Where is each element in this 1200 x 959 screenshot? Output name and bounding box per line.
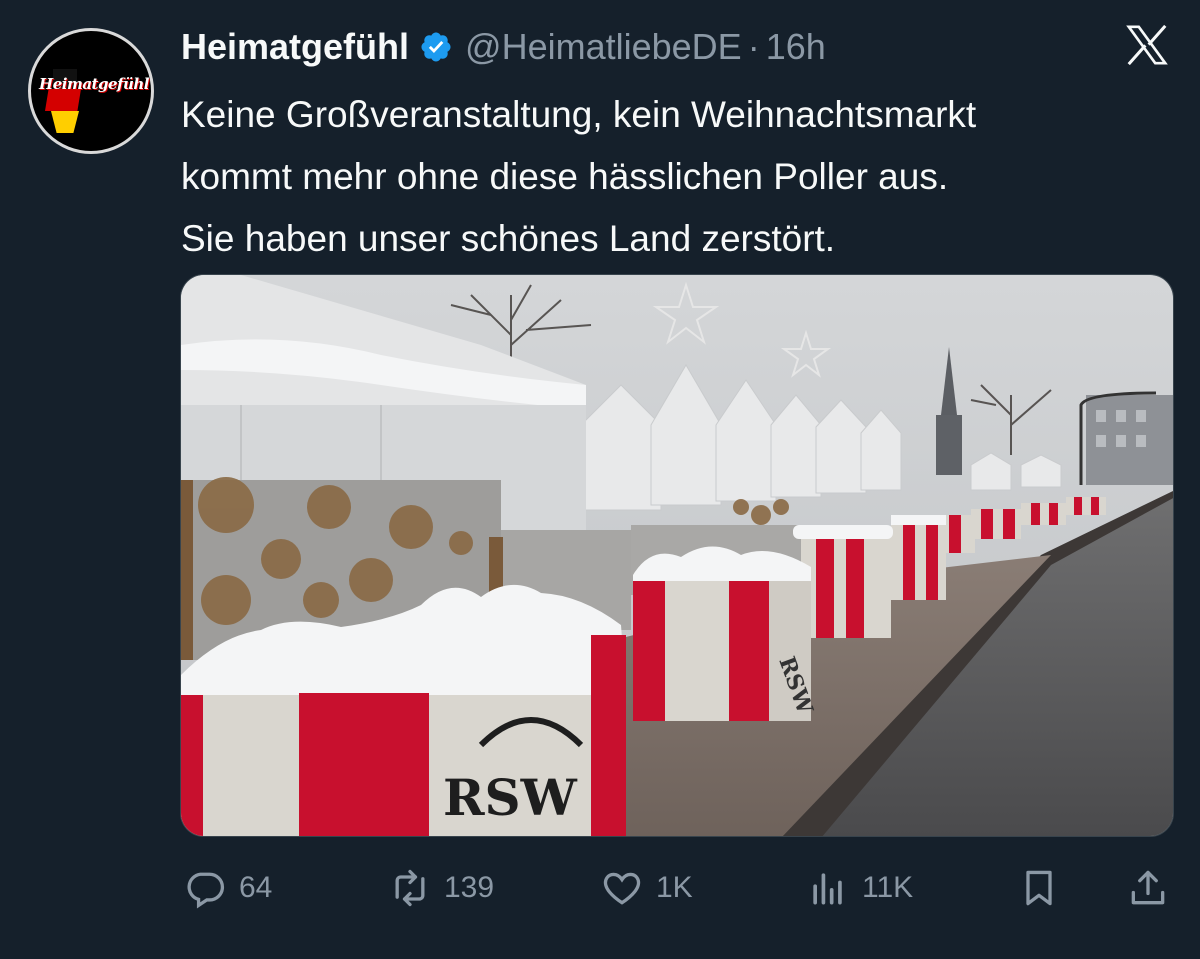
- reply-button[interactable]: 64: [183, 860, 272, 916]
- tweet-line: kommt mehr ohne diese hässlichen Poller …: [181, 156, 949, 197]
- share-icon: [1131, 870, 1165, 905]
- christmas-market-barriers-photo: RSW RSW: [181, 275, 1173, 836]
- like-button[interactable]: 1K: [600, 860, 693, 916]
- verified-badge-icon: [421, 32, 451, 62]
- avatar-flag-gold: [51, 111, 79, 133]
- post-time[interactable]: 16h: [766, 26, 826, 68]
- tweet-text: Keine Großveranstaltung, kein Weihnachts…: [181, 84, 1181, 270]
- views-count: 11K: [862, 871, 914, 904]
- reply-count: 64: [239, 871, 273, 904]
- repost-count: 139: [444, 871, 495, 904]
- avatar[interactable]: Heimatgefühl: [28, 28, 154, 154]
- like-count: 1K: [656, 871, 693, 904]
- share-button[interactable]: [1126, 860, 1170, 916]
- avatar-logo-text: Heimatgefühl: [39, 75, 149, 93]
- x-logo-icon: [1126, 24, 1168, 66]
- views-button[interactable]: 11K: [806, 860, 913, 916]
- display-name[interactable]: Heimatgefühl: [181, 26, 409, 68]
- user-handle[interactable]: @HeimatliebeDE: [465, 26, 742, 68]
- views-icon: [813, 873, 842, 905]
- like-icon: [603, 872, 641, 905]
- tweet-line: Sie haben unser schönes Land zerstört.: [181, 218, 836, 259]
- repost-button[interactable]: 139: [388, 860, 494, 916]
- bookmark-button[interactable]: [1017, 860, 1061, 916]
- barrier-front-text: RSW: [443, 768, 578, 827]
- tweet-line: Keine Großveranstaltung, kein Weihnachts…: [181, 94, 977, 135]
- reply-icon: [187, 872, 225, 909]
- header-separator: ·: [747, 26, 760, 67]
- tweet-header: Heimatgefühl @HeimatliebeDE · 16h: [181, 22, 826, 72]
- bookmark-icon: [1026, 870, 1052, 906]
- tweet-image[interactable]: RSW RSW: [180, 274, 1174, 837]
- repost-icon: [395, 869, 425, 907]
- action-bar: 64 139 1K 11K: [0, 860, 1200, 916]
